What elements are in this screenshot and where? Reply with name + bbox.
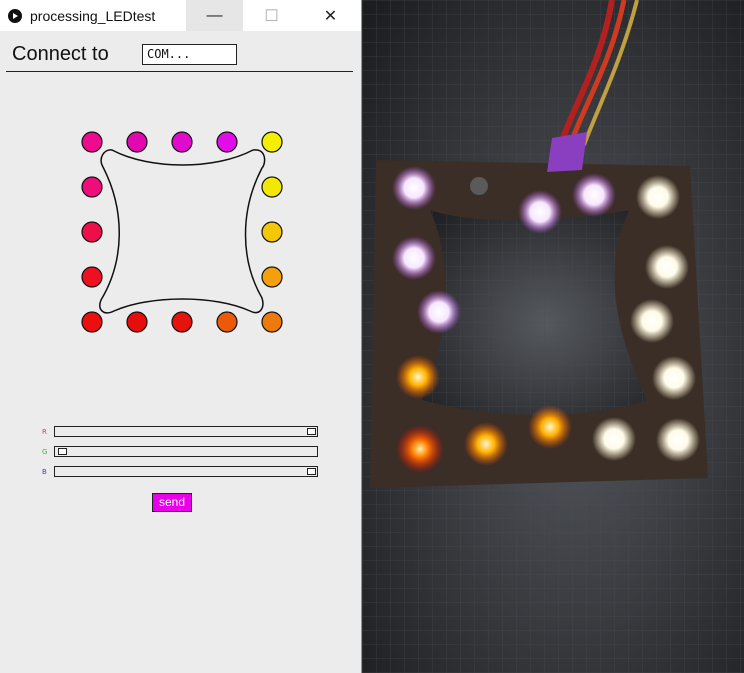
led-16[interactable]	[261, 311, 283, 333]
led-8[interactable]	[81, 221, 103, 243]
board-outline	[99, 149, 266, 314]
slider-handle-b[interactable]	[307, 468, 316, 475]
led-9[interactable]	[261, 221, 283, 243]
send-button[interactable]: send	[152, 493, 192, 512]
led-10[interactable]	[81, 266, 103, 288]
led-12[interactable]	[81, 311, 103, 333]
slider-r[interactable]	[54, 426, 318, 437]
led-1[interactable]	[81, 131, 103, 153]
slider-handle-g[interactable]	[58, 448, 67, 455]
led-13[interactable]	[126, 311, 148, 333]
slider-label-b: B	[42, 468, 47, 476]
slider-handle-r[interactable]	[307, 428, 316, 435]
led-4[interactable]	[216, 131, 238, 153]
led-preview-canvas	[81, 131, 283, 333]
led-15[interactable]	[216, 311, 238, 333]
led-2[interactable]	[126, 131, 148, 153]
led-5[interactable]	[261, 131, 283, 153]
slider-label-g: G	[42, 448, 48, 456]
led-14[interactable]	[171, 311, 193, 333]
slider-g[interactable]	[54, 446, 318, 457]
led-3[interactable]	[171, 131, 193, 153]
led-6[interactable]	[81, 176, 103, 198]
led-7[interactable]	[261, 176, 283, 198]
slider-b[interactable]	[54, 466, 318, 477]
slider-label-r: R	[42, 428, 47, 436]
led-board-photo	[362, 0, 744, 673]
processing-window: processing_LEDtest — ☐ ✕ Connect to COM.…	[0, 0, 362, 673]
led-11[interactable]	[261, 266, 283, 288]
